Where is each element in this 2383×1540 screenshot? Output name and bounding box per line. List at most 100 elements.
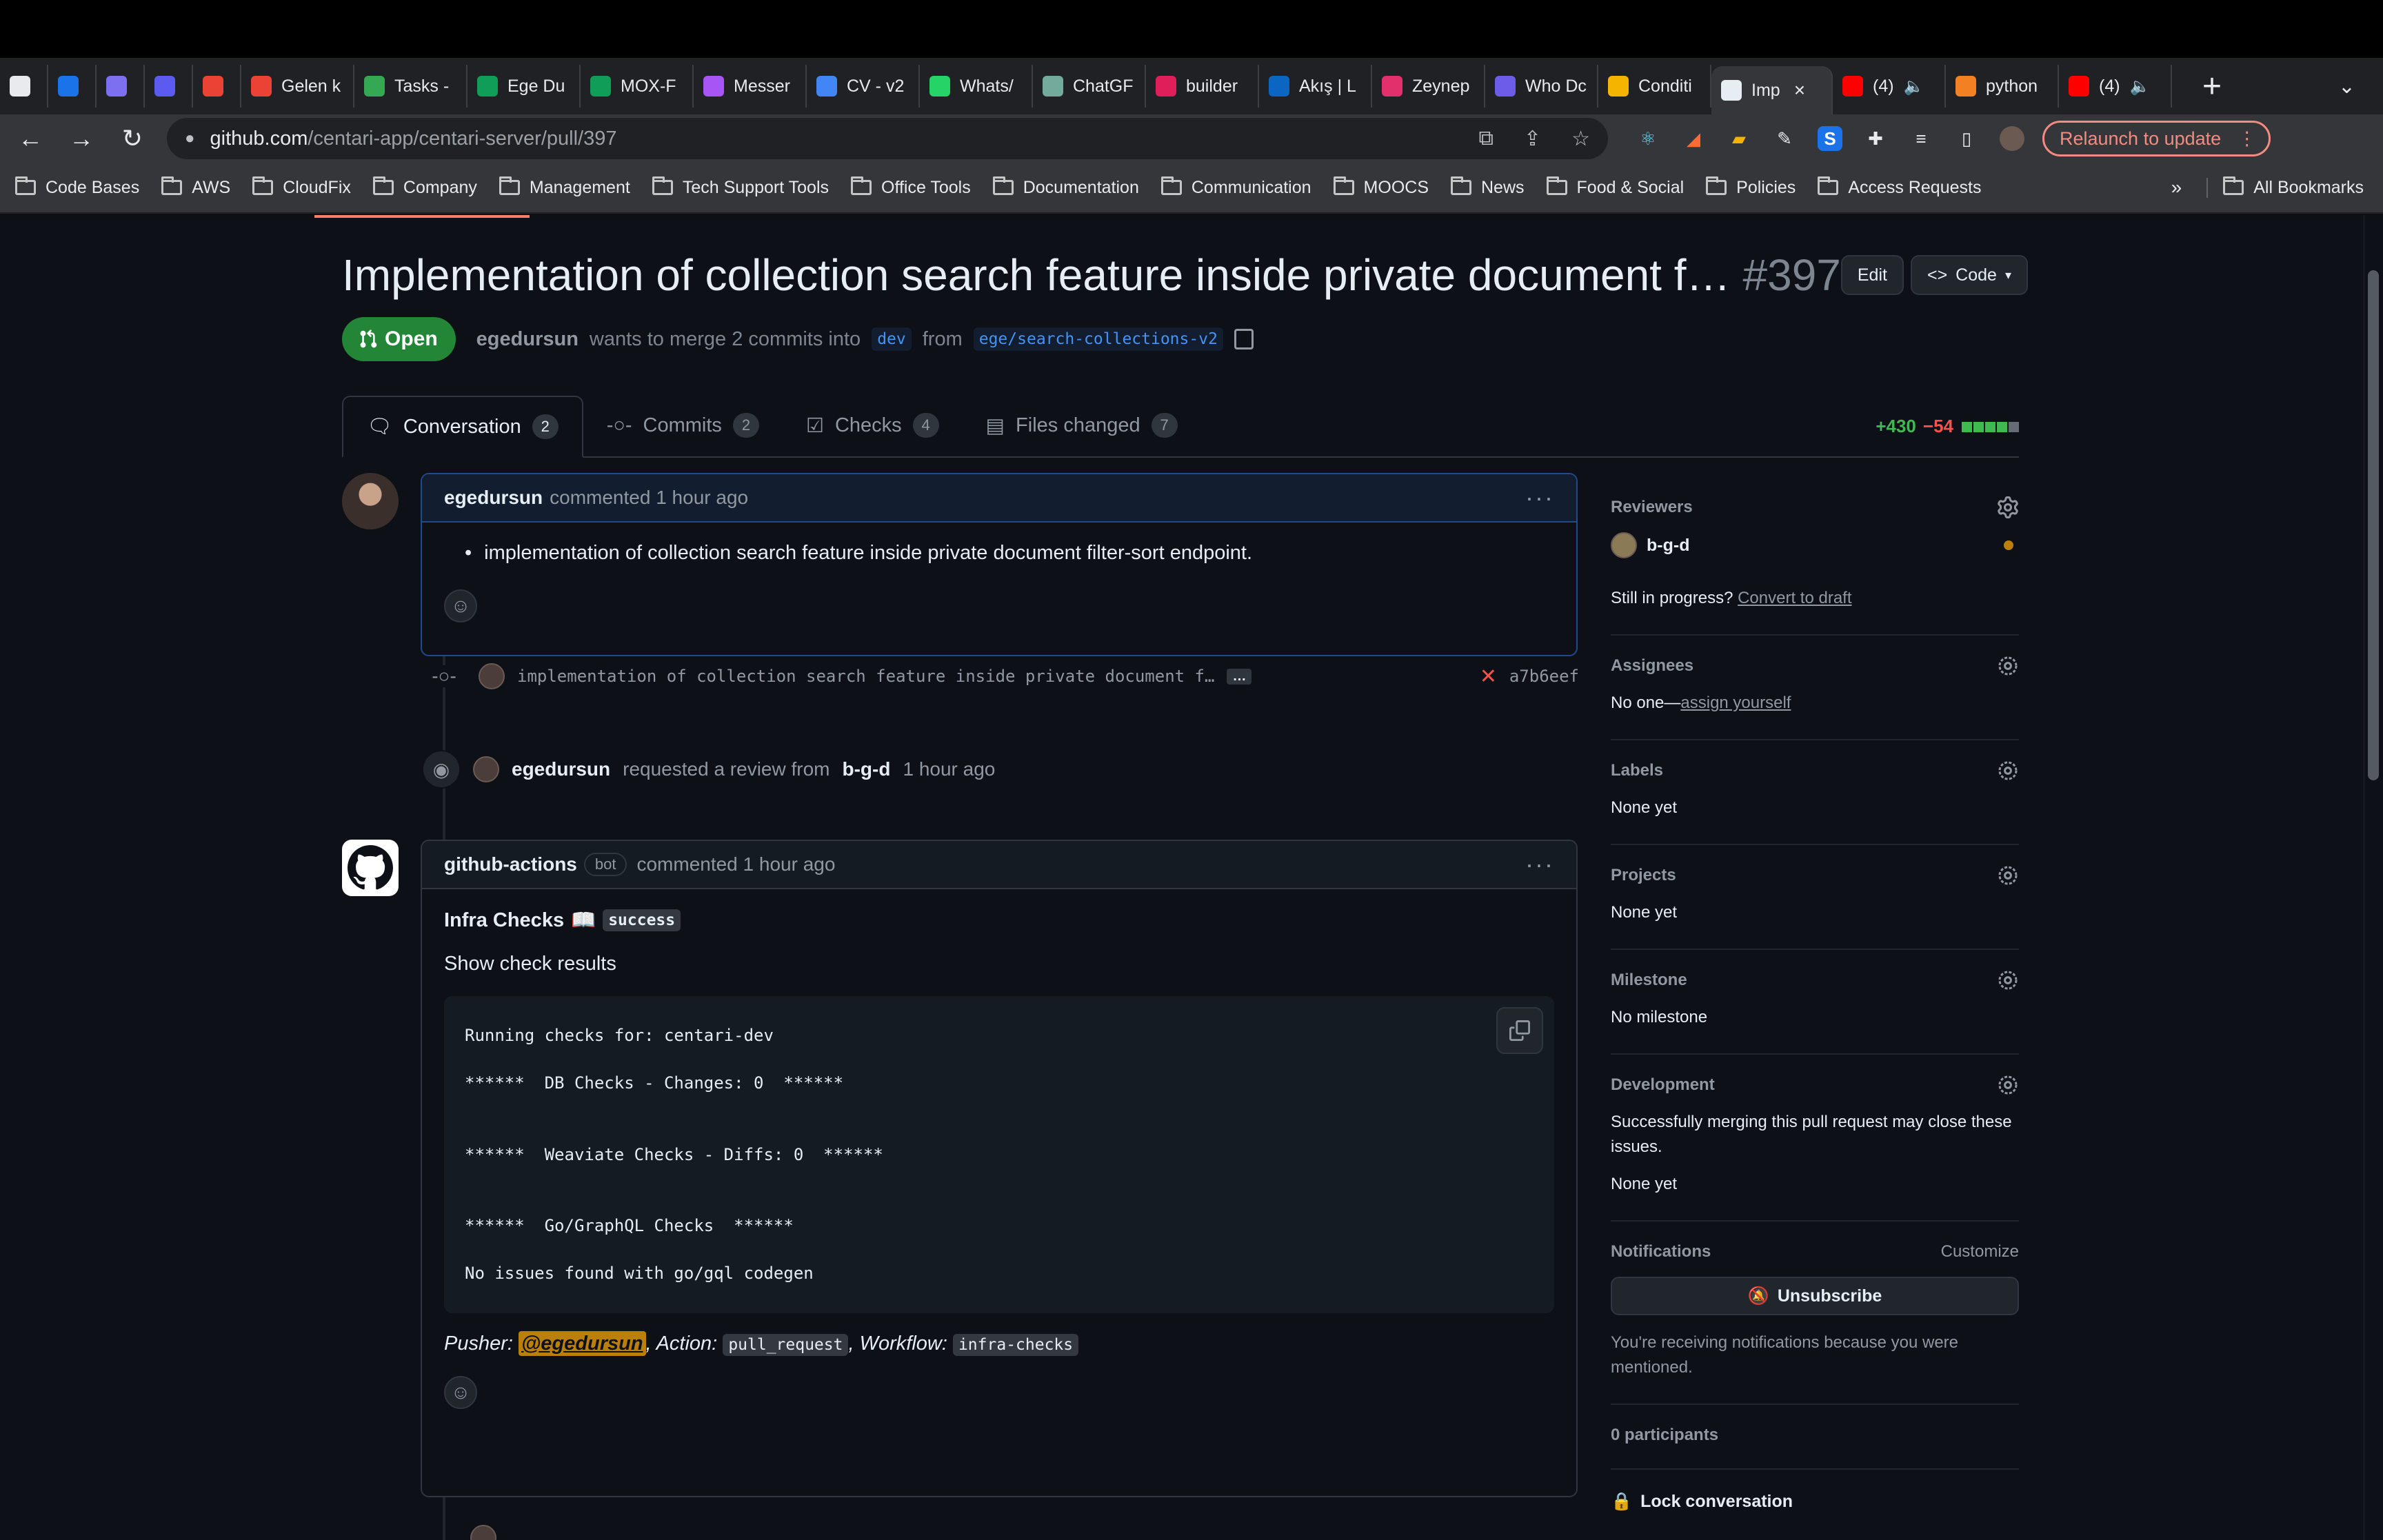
x-failure-icon[interactable]: ✕ — [1480, 665, 1497, 689]
profile-avatar[interactable] — [2000, 126, 2024, 151]
smiley-icon[interactable]: ☺ — [444, 1375, 477, 1409]
bookmark-folder[interactable]: MOOCS — [1333, 176, 1429, 198]
code-button[interactable]: <> Code ▾ — [1910, 255, 2028, 295]
bookmark-folder[interactable]: Access Requests — [1818, 176, 1981, 198]
smiley-icon[interactable]: ☺ — [444, 589, 477, 622]
bookmark-folder[interactable]: Food & Social — [1546, 176, 1684, 198]
bookmarks-overflow-button[interactable]: » — [2171, 176, 2182, 199]
event-actor[interactable]: egedursun — [512, 758, 610, 780]
gear-icon[interactable] — [1997, 969, 2019, 991]
commit-sha[interactable]: a7b6eef — [1509, 667, 1579, 686]
browser-tab[interactable]: Tasks - — [354, 65, 467, 108]
convert-to-draft-link[interactable]: Convert to draft — [1738, 589, 1851, 607]
kebab-menu-icon[interactable]: ··· — [1525, 483, 1554, 512]
browser-tab[interactable]: Gelen k — [241, 65, 354, 108]
browser-tab[interactable]: Conditi — [1598, 65, 1711, 108]
head-branch[interactable]: ege/search-collections-v2 — [973, 327, 1223, 351]
bookmark-folder[interactable]: Code Bases — [15, 176, 139, 198]
bookmark-folder[interactable]: Documentation — [992, 176, 1139, 198]
copy-button[interactable] — [1496, 1007, 1543, 1054]
browser-tab[interactable]: Whats/ — [920, 65, 1033, 108]
pr-author-link[interactable]: egedursun — [476, 328, 579, 351]
pusher-mention[interactable]: @egedursun — [519, 1330, 646, 1356]
comment-author[interactable]: github-actions — [444, 853, 577, 875]
puzzle-icon[interactable]: ✚ — [1863, 126, 1888, 151]
gear-icon[interactable] — [1997, 864, 2019, 886]
commit-message[interactable]: implementation of collection search feat… — [517, 667, 1214, 686]
avatar[interactable] — [342, 473, 399, 529]
copy-icon[interactable] — [1234, 329, 1254, 349]
reviewer-item[interactable]: b-g-d — [1611, 532, 2019, 558]
event-time[interactable]: 1 hour ago — [903, 758, 995, 780]
site-info-icon[interactable]: ● — [185, 129, 195, 148]
browser-tab[interactable]: Zeynep — [1372, 65, 1485, 108]
edit-button[interactable]: Edit — [1840, 255, 1904, 295]
comment-author[interactable]: egedursun — [444, 487, 543, 509]
side-panel-icon[interactable]: ▯ — [1954, 126, 1979, 151]
browser-tab[interactable]: Ege Du — [467, 65, 581, 108]
customize-link[interactable]: Customize — [1941, 1242, 2019, 1262]
share-icon[interactable]: ⇪ — [1524, 127, 1541, 151]
address-bar[interactable]: ● github.com /centari-app/centari-server… — [167, 118, 1608, 159]
reload-button[interactable]: ↻ — [112, 118, 153, 159]
browser-tab[interactable]: Imp × — [1711, 66, 1833, 114]
open-external-icon[interactable]: ⧉ — [1479, 127, 1494, 151]
extension-icon[interactable]: ▰ — [1727, 126, 1751, 151]
github-actions-avatar[interactable] — [342, 840, 399, 896]
browser-tab[interactable] — [0, 65, 48, 108]
gear-icon[interactable] — [1997, 655, 2019, 677]
expand-commit-button[interactable]: … — [1227, 668, 1252, 685]
color-picker-icon[interactable]: ✎ — [1772, 126, 1797, 151]
assign-yourself-link[interactable]: assign yourself — [1680, 693, 1791, 712]
event-reviewer[interactable]: b-g-d — [843, 758, 891, 780]
browser-tab[interactable] — [145, 65, 193, 108]
unsubscribe-button[interactable]: 🔕 Unsubscribe — [1611, 1277, 2019, 1315]
bookmark-star-icon[interactable]: ☆ — [1571, 127, 1590, 151]
scrollbar[interactable] — [2364, 215, 2383, 1540]
tab-search-icon[interactable]: ⌄ — [2338, 74, 2355, 99]
extension-s-icon[interactable]: S — [1818, 126, 1842, 151]
speaker-icon[interactable]: 🔈 — [1904, 77, 1924, 97]
lock-conversation-button[interactable]: 🔒 Lock conversation — [1611, 1470, 2019, 1512]
comment-time[interactable]: commented 1 hour ago — [550, 487, 748, 509]
avatar[interactable] — [470, 1525, 496, 1540]
avatar[interactable] — [473, 756, 499, 782]
scrollbar-thumb[interactable] — [2368, 270, 2379, 780]
browser-tab[interactable]: MOX-F — [581, 65, 694, 108]
relaunch-button[interactable]: Relaunch to update ⋮ — [2042, 121, 2271, 156]
browser-tab[interactable]: ChatGF — [1033, 65, 1146, 108]
browser-tab[interactable]: python — [1946, 65, 2059, 108]
bookmark-folder[interactable]: Communication — [1160, 176, 1311, 198]
kebab-menu-icon[interactable]: ⋮ — [2238, 128, 2256, 150]
kebab-menu-icon[interactable]: ··· — [1525, 850, 1554, 879]
gear-icon[interactable] — [1997, 760, 2019, 782]
gear-icon[interactable] — [1997, 1074, 2019, 1096]
browser-tab[interactable]: Akış | L — [1259, 65, 1372, 108]
close-tab-icon[interactable]: × — [1794, 79, 1805, 101]
comment-time[interactable]: commented 1 hour ago — [636, 853, 835, 875]
browser-tab[interactable]: Messer — [694, 65, 807, 108]
new-tab-button[interactable]: + — [2191, 65, 2233, 107]
tab-commits[interactable]: -○- Commits 2 — [583, 394, 783, 456]
speaker-icon[interactable]: 🔈 — [2130, 77, 2151, 97]
show-results-summary[interactable]: Show check results — [444, 953, 1554, 975]
tab-checks[interactable]: ☑ Checks 4 — [783, 394, 963, 456]
react-devtools-icon[interactable]: ⚛ — [1636, 126, 1660, 151]
tab-conversation[interactable]: 🗨 Conversation 2 — [342, 396, 583, 458]
browser-tab[interactable] — [48, 65, 97, 108]
browser-tab[interactable]: Who Dc — [1485, 65, 1598, 108]
forward-button[interactable]: → — [61, 118, 102, 159]
bookmark-folder[interactable]: AWS — [161, 176, 230, 198]
all-bookmarks-button[interactable]: All Bookmarks — [2206, 176, 2364, 198]
avatar[interactable] — [479, 663, 505, 689]
bookmark-folder[interactable]: Management — [499, 176, 630, 198]
back-button[interactable]: ← — [10, 118, 51, 159]
browser-tab[interactable]: CV - v2 — [807, 65, 920, 108]
browser-tab[interactable]: builder — [1146, 65, 1259, 108]
extension-icon[interactable]: ◢ — [1681, 126, 1706, 151]
browser-tab[interactable] — [193, 65, 241, 108]
browser-tab[interactable]: (4) 🔈 — [2059, 65, 2172, 108]
browser-tab[interactable] — [97, 65, 145, 108]
tab-files-changed[interactable]: ▤ Files changed 7 — [963, 394, 1201, 456]
bookmark-folder[interactable]: Office Tools — [851, 176, 971, 198]
